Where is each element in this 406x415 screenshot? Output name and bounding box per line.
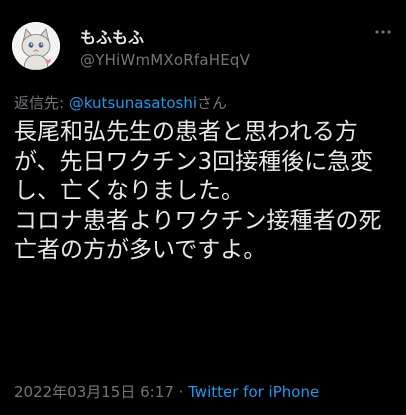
- author-display-name[interactable]: もふもふ: [80, 24, 144, 48]
- cat-avatar-icon: [12, 22, 60, 70]
- tweet-source-link[interactable]: Twitter for iPhone: [188, 383, 319, 401]
- reply-mention-link[interactable]: @kutsunasatoshi: [69, 94, 197, 112]
- meta-separator: ·: [173, 383, 189, 401]
- tweet-timestamp[interactable]: 2022年03月15日 6:17: [14, 383, 174, 401]
- avatar[interactable]: [12, 22, 60, 70]
- tweet: もふもふ @YHiWmMXoRfaHEqV 返信先: @kutsunasatos…: [0, 0, 406, 415]
- tweet-text: 長尾和弘先生の患者と思われる方が、先日ワクチン3回接種後に急変し、亡くなりました…: [14, 119, 382, 264]
- reply-context: 返信先: @kutsunasatoshiさん: [14, 92, 227, 113]
- author-handle[interactable]: @YHiWmMXoRfaHEqV: [80, 51, 250, 69]
- tweet-meta: 2022年03月15日 6:17 · Twitter for iPhone: [14, 381, 319, 402]
- more-dots-icon[interactable]: [374, 20, 392, 39]
- reply-suffix: さん: [197, 94, 228, 112]
- reply-prefix: 返信先:: [14, 94, 69, 112]
